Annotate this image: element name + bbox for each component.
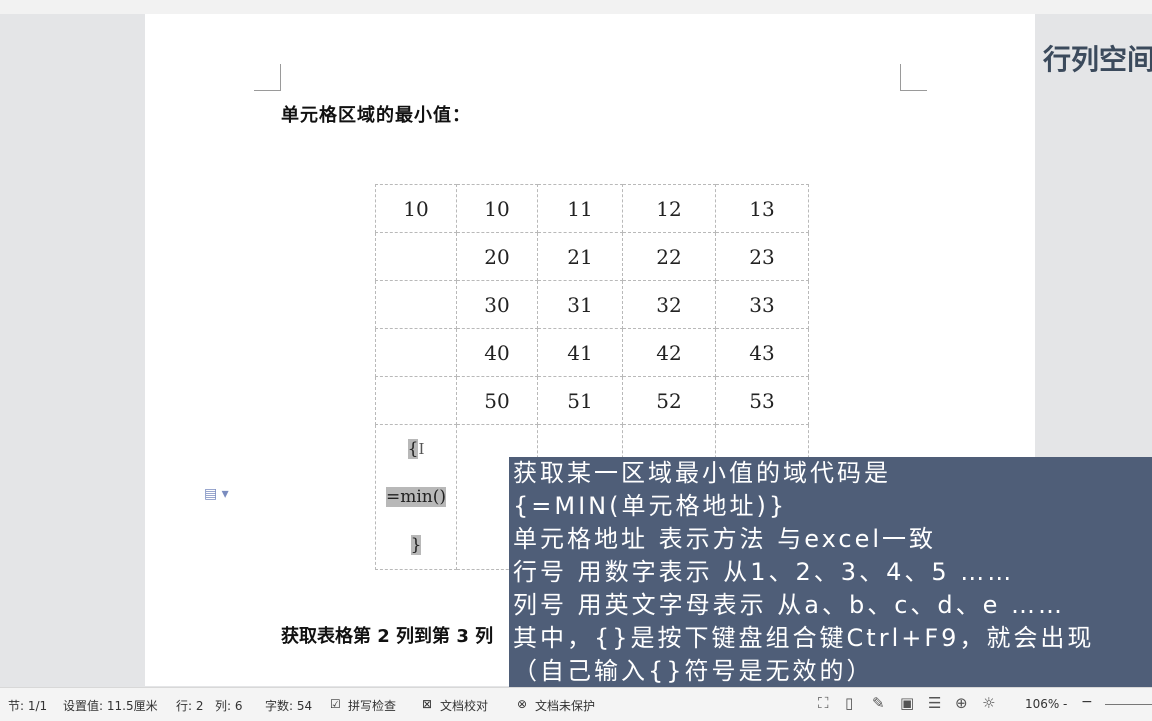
caption-line: 列号 用英文字母表示 从a、b、c、d、e …… [513,591,1066,619]
table-cell[interactable]: 11 [537,184,623,233]
table-row: 20 21 22 23 [375,232,809,281]
table-cell[interactable]: 10 [456,184,538,233]
doc-protect-status[interactable]: 文档未保护 [535,697,595,714]
caption-line: （自己输入{}符号是无效的） [513,657,874,685]
pen-icon[interactable]: ✎ [872,694,885,712]
table-cell[interactable] [375,328,457,377]
table-row: 10 10 11 12 13 [375,184,809,233]
table-cell[interactable]: 40 [456,328,538,377]
caption-line: {=MIN(单元格地址)} [513,492,788,520]
zoom-dropdown-icon[interactable]: - [1063,697,1067,711]
table-cell[interactable]: 31 [537,280,623,329]
zoom-level[interactable]: 106% [1025,697,1059,711]
table-cell[interactable]: 50 [456,376,538,425]
doc-protect-icon: ⊗ [517,697,528,711]
table-cell[interactable]: 21 [537,232,623,281]
page-view-icon[interactable]: ▣ [900,694,914,712]
status-bar: 节: 1/1 设置值: 11.5厘米 行: 2 列: 6 字数: 54 ☑ 拼写… [0,687,1152,721]
caption-line: 其中，{}是按下键盘组合键Ctrl+F9，就会出现 [513,624,1095,652]
document-heading-2: 获取表格第 2 列到第 3 列 [281,626,494,647]
status-row[interactable]: 行: 2 [176,697,204,714]
document-heading: 单元格区域的最小值： [281,105,471,126]
table-cell[interactable]: 51 [537,376,623,425]
spell-check-icon: ☑ [330,697,341,711]
table-row: 30 31 32 33 [375,280,809,329]
table-cell[interactable]: 22 [622,232,716,281]
table-cell[interactable] [375,376,457,425]
table-cell[interactable]: 30 [456,280,538,329]
table-row: 40 41 42 43 [375,328,809,377]
table-cell[interactable]: 12 [622,184,716,233]
table-cell[interactable]: 53 [715,376,809,425]
table-row: 50 51 52 53 [375,376,809,425]
table-cell[interactable] [375,232,457,281]
status-setting-value[interactable]: 设置值: 11.5厘米 [63,697,158,714]
doc-proof-icon: ⊠ [422,697,433,711]
paragraph-layout-icon[interactable]: ▤ ▾ [204,486,229,502]
table-cell[interactable]: 41 [537,328,623,377]
status-column[interactable]: 列: 6 [215,697,243,714]
table-cell[interactable]: 32 [622,280,716,329]
read-mode-icon[interactable]: ▯ [845,694,853,712]
field-brace-close: } [410,535,422,555]
table-cell[interactable]: 42 [622,328,716,377]
caption-overlay: 获取某一区域最小值的域代码是 {=MIN(单元格地址)} 单元格地址 表示方法 … [509,457,1152,687]
spell-check-button[interactable]: 拼写检查 [348,697,396,714]
text-cursor-icon: I [418,440,425,458]
zoom-slider[interactable] [1105,704,1152,705]
table-cell[interactable]: 33 [715,280,809,329]
table-cell[interactable]: 23 [715,232,809,281]
brand-watermark: 行列空间 [1043,43,1152,76]
table-cell[interactable]: 52 [622,376,716,425]
status-section[interactable]: 节: 1/1 [8,697,47,714]
web-view-icon[interactable]: ⊕ [955,694,968,712]
formula-cell[interactable]: {I =min() } [375,424,457,570]
crop-mark-top-right [900,64,927,91]
table-cell[interactable]: 10 [375,184,457,233]
caption-line: 单元格地址 表示方法 与excel一致 [513,525,937,553]
table-cell[interactable]: 20 [456,232,538,281]
zoom-out-button[interactable]: − [1081,694,1093,710]
eye-protection-icon[interactable]: ☼ [982,694,995,712]
field-brace-open: { [407,439,419,459]
table-cell[interactable]: 13 [715,184,809,233]
table-cell[interactable]: 43 [715,328,809,377]
field-code-text: =min() [385,487,446,507]
crop-mark-top-left [254,64,281,91]
fullscreen-icon[interactable]: ⛶ [818,694,829,712]
doc-proof-button[interactable]: 文档校对 [440,697,488,714]
window-top-strip [0,0,1152,14]
outline-view-icon[interactable]: ☰ [928,694,941,712]
caption-line: 获取某一区域最小值的域代码是 [513,459,891,487]
caption-line: 行号 用数字表示 从1、2、3、4、5 …… [513,558,1015,586]
status-word-count[interactable]: 字数: 54 [265,697,312,714]
table-cell[interactable] [375,280,457,329]
